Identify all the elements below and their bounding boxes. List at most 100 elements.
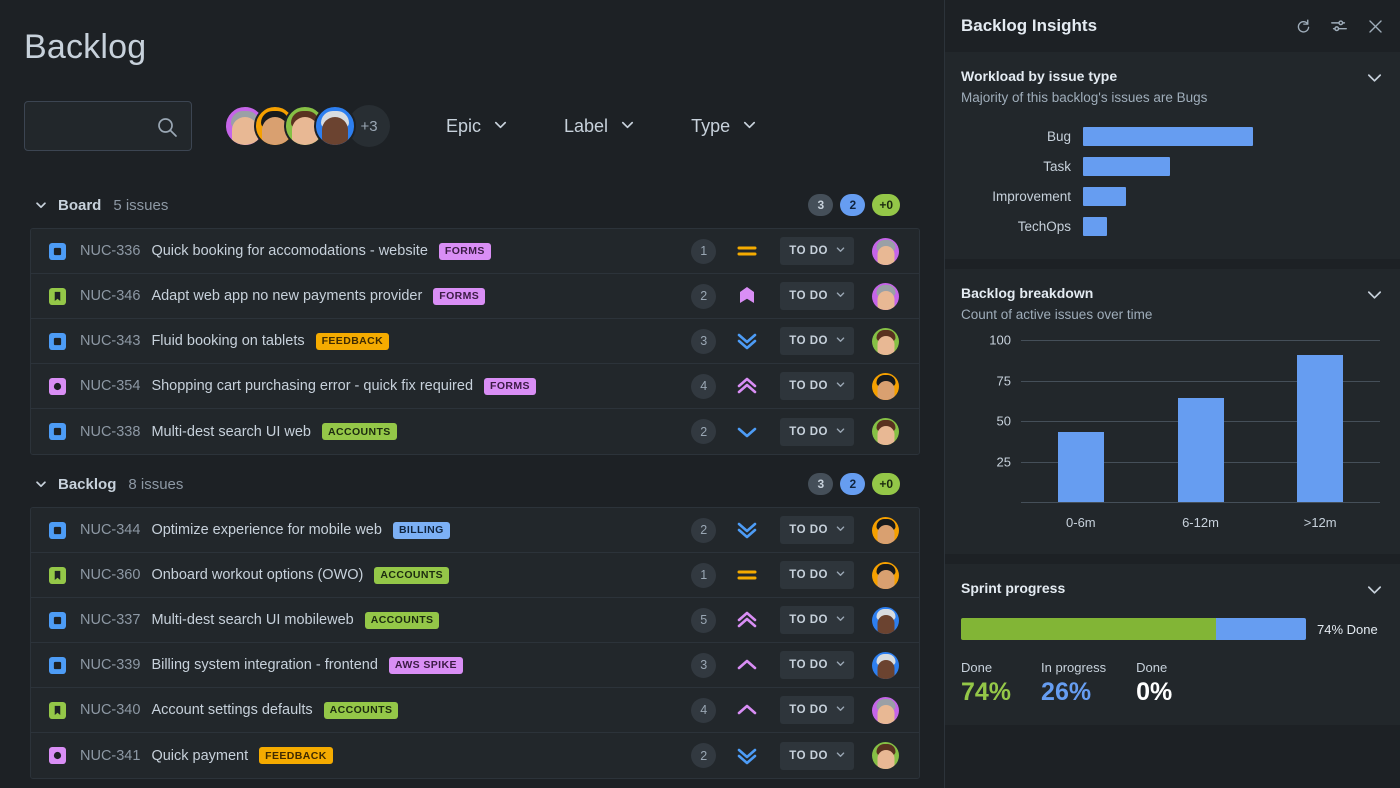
status-dropdown[interactable]: TO DO	[780, 561, 854, 589]
issue-key[interactable]: NUC-337	[80, 612, 140, 628]
issue-key[interactable]: NUC-343	[80, 333, 140, 349]
filter-type[interactable]: Type	[677, 108, 771, 145]
issue-key[interactable]: NUC-344	[80, 522, 140, 538]
filter-label[interactable]: Label	[550, 108, 649, 145]
table-row[interactable]: NUC-354 Shopping cart purchasing error - …	[31, 364, 919, 409]
issue-summary[interactable]: Multi-dest search UI web	[151, 424, 311, 440]
section-header[interactable]: Board5 issues32+0	[0, 186, 944, 224]
assignee-avatar[interactable]	[872, 697, 899, 724]
assignee-avatar[interactable]	[872, 418, 899, 445]
story-points[interactable]: 2	[691, 284, 716, 309]
row-meta: 2 TO DO	[691, 418, 919, 446]
avatar[interactable]	[314, 105, 356, 147]
issue-summary[interactable]: Billing system integration - frontend	[151, 657, 377, 673]
assignee-avatar[interactable]	[872, 373, 899, 400]
issue-summary[interactable]: Quick booking for accomodations - websit…	[151, 243, 427, 259]
table-row[interactable]: NUC-344 Optimize experience for mobile we…	[31, 508, 919, 553]
issue-summary[interactable]: Fluid booking on tablets	[151, 333, 304, 349]
table-row[interactable]: NUC-337 Multi-dest search UI mobileweb ACC…	[31, 598, 919, 643]
story-points[interactable]: 2	[691, 419, 716, 444]
issue-label-badge[interactable]: FEEDBACK	[259, 747, 333, 764]
close-icon[interactable]	[1364, 15, 1386, 37]
chevron-down-icon	[835, 566, 846, 584]
status-dropdown[interactable]: TO DO	[780, 372, 854, 400]
status-dropdown[interactable]: TO DO	[780, 606, 854, 634]
table-row[interactable]: NUC-336 Quick booking for accomodations -…	[31, 229, 919, 274]
issue-key[interactable]: NUC-341	[80, 748, 140, 764]
assignee-avatar[interactable]	[872, 328, 899, 355]
story-points[interactable]: 1	[691, 563, 716, 588]
status-label: TO DO	[789, 750, 828, 762]
assignee-avatar[interactable]	[872, 742, 899, 769]
issue-key[interactable]: NUC-346	[80, 288, 140, 304]
status-dropdown[interactable]: TO DO	[780, 282, 854, 310]
issue-label-badge[interactable]: ACCOUNTS	[374, 567, 449, 584]
workload-category-label: Improvement	[961, 189, 1083, 204]
table-row[interactable]: NUC-341 Quick payment FEEDBACK 2 TO DO	[31, 733, 919, 778]
issue-label-badge[interactable]: FEEDBACK	[316, 333, 390, 350]
story-points[interactable]: 2	[691, 518, 716, 543]
issue-key[interactable]: NUC-354	[80, 378, 140, 394]
section-header[interactable]: Backlog8 issues32+0	[0, 465, 944, 503]
avatar-group[interactable]: +3	[224, 105, 390, 147]
issue-label-badge[interactable]: FORMS	[433, 288, 485, 305]
story-points[interactable]: 3	[691, 329, 716, 354]
issue-key[interactable]: NUC-339	[80, 657, 140, 673]
issue-label-badge[interactable]: ACCOUNTS	[365, 612, 440, 629]
assignee-avatar[interactable]	[872, 652, 899, 679]
issue-summary[interactable]: Account settings defaults	[151, 702, 312, 718]
table-row[interactable]: NUC-346 Adapt web app no new payments pro…	[31, 274, 919, 319]
issue-summary[interactable]: Onboard workout options (OWO)	[151, 567, 363, 583]
refresh-icon[interactable]	[1292, 15, 1314, 37]
issue-key[interactable]: NUC-336	[80, 243, 140, 259]
table-row[interactable]: NUC-338 Multi-dest search UI web ACCOUNTS 2…	[31, 409, 919, 454]
issue-key[interactable]: NUC-338	[80, 424, 140, 440]
story-points[interactable]: 4	[691, 698, 716, 723]
search-input[interactable]	[25, 102, 191, 150]
status-dropdown[interactable]: TO DO	[780, 696, 854, 724]
issue-summary[interactable]: Multi-dest search UI mobileweb	[151, 612, 353, 628]
story-points[interactable]: 1	[691, 239, 716, 264]
status-dropdown[interactable]: TO DO	[780, 742, 854, 770]
chevron-down-icon	[835, 521, 846, 539]
issue-summary[interactable]: Optimize experience for mobile web	[151, 522, 382, 538]
story-points[interactable]: 5	[691, 608, 716, 633]
story-points[interactable]: 4	[691, 374, 716, 399]
status-dropdown[interactable]: TO DO	[780, 651, 854, 679]
assignee-avatar[interactable]	[872, 283, 899, 310]
assignee-avatar[interactable]	[872, 562, 899, 589]
issue-label-badge[interactable]: ACCOUNTS	[322, 423, 397, 440]
chevron-down-icon[interactable]	[34, 477, 48, 491]
chevron-down-icon[interactable]	[1365, 285, 1384, 309]
issue-summary[interactable]: Shopping cart purchasing error - quick f…	[151, 378, 473, 394]
story-points[interactable]: 2	[691, 743, 716, 768]
story-points[interactable]: 3	[691, 653, 716, 678]
issue-label-badge[interactable]: AWS SPIKE	[389, 657, 463, 674]
status-dropdown[interactable]: TO DO	[780, 516, 854, 544]
issue-summary[interactable]: Adapt web app no new payments provider	[151, 288, 422, 304]
settings-sliders-icon[interactable]	[1328, 15, 1350, 37]
assignee-avatar[interactable]	[872, 238, 899, 265]
table-row[interactable]: NUC-360 Onboard workout options (OWO) ACCO…	[31, 553, 919, 598]
issue-label-badge[interactable]: ACCOUNTS	[324, 702, 399, 719]
y-axis-tick-label: 25	[997, 454, 1011, 469]
issue-summary[interactable]: Quick payment	[151, 748, 248, 764]
issue-label-badge[interactable]: FORMS	[439, 243, 491, 260]
table-row[interactable]: NUC-340 Account settings defaults ACCOUNTS…	[31, 688, 919, 733]
status-dropdown[interactable]: TO DO	[780, 237, 854, 265]
issue-key[interactable]: NUC-340	[80, 702, 140, 718]
table-row[interactable]: NUC-343 Fluid booking on tablets FEEDBACK 3…	[31, 319, 919, 364]
filter-epic[interactable]: Epic	[432, 108, 522, 145]
chevron-down-icon[interactable]	[1365, 68, 1384, 92]
issue-key[interactable]: NUC-360	[80, 567, 140, 583]
status-dropdown[interactable]: TO DO	[780, 327, 854, 355]
search-box[interactable]	[24, 101, 192, 151]
chevron-down-icon[interactable]	[1365, 580, 1384, 604]
status-dropdown[interactable]: TO DO	[780, 418, 854, 446]
assignee-avatar[interactable]	[872, 517, 899, 544]
table-row[interactable]: NUC-339 Billing system integration - fron…	[31, 643, 919, 688]
chevron-down-icon[interactable]	[34, 198, 48, 212]
issue-label-badge[interactable]: FORMS	[484, 378, 536, 395]
assignee-avatar[interactable]	[872, 607, 899, 634]
issue-label-badge[interactable]: BILLING	[393, 522, 450, 539]
